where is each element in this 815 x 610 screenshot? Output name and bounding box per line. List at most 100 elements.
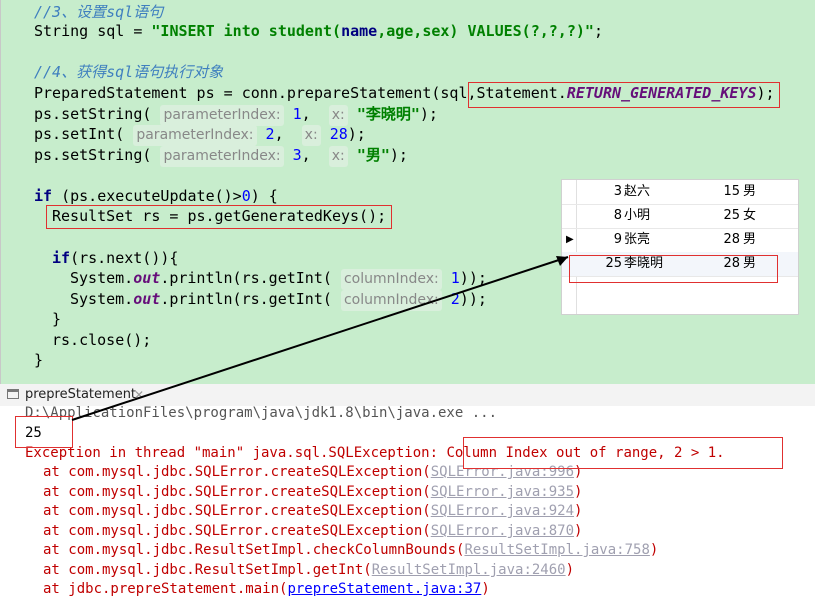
stack-trace-line: at com.mysql.jdbc.ResultSetImpl.checkCol… <box>43 540 658 560</box>
code-line-set-string-1: ps.setString( parameterIndex: 1, x: "李晓明… <box>34 104 438 126</box>
code-line-rs-close: rs.close(); <box>52 330 151 351</box>
console-output[interactable]: D:\ApplicationFiles\program\java\jdk1.8\… <box>0 405 815 610</box>
code-number: 3 <box>292 146 302 164</box>
stack-trace-line: at com.mysql.jdbc.SQLError.createSQLExce… <box>43 482 582 502</box>
stack-frame-end: ) <box>565 562 575 578</box>
code-keyword: if <box>34 187 53 205</box>
parameter-hint: x: <box>301 125 321 146</box>
code-text: ; <box>593 22 603 40</box>
code-text: ); <box>419 105 438 123</box>
stack-frame: at com.mysql.jdbc.ResultSetImpl.checkCol… <box>43 542 465 558</box>
table-row[interactable]: 3 赵六 15 男 <box>562 180 798 205</box>
code-string: "男" <box>356 146 390 164</box>
stack-trace-line: at com.mysql.jdbc.SQLError.createSQLExce… <box>43 501 582 521</box>
stack-frame: at com.mysql.jdbc.SQLError.createSQLExce… <box>43 503 431 519</box>
code-text: System. <box>70 269 134 287</box>
stack-frame: at com.mysql.jdbc.SQLError.createSQLExce… <box>43 484 431 500</box>
stack-frame: at com.mysql.jdbc.SQLError.createSQLExce… <box>43 464 431 480</box>
cell-name: 赵六 <box>624 184 651 199</box>
parameter-hint: x: <box>328 146 348 167</box>
stack-frame-end: ) <box>574 523 583 539</box>
code-number: 2 <box>265 125 275 143</box>
table-row[interactable]: ▶ 9 张亮 28 男 <box>562 228 798 253</box>
code-line-close-if: } <box>52 309 61 330</box>
cell-sex: 男 <box>743 232 757 247</box>
stack-frame-end: ) <box>574 503 583 519</box>
source-link[interactable]: SQLError.java:870 <box>431 523 574 539</box>
stack-frame-end: ) <box>574 484 583 500</box>
code-line-comment-4: //4、获得sql语句执行对象 <box>34 62 223 83</box>
stack-frame-end: ) <box>481 581 490 597</box>
code-number: 2 <box>450 290 460 308</box>
console-command-line: D:\ApplicationFiles\program\java\jdk1.8\… <box>25 405 498 421</box>
stack-trace-line: at com.mysql.jdbc.SQLError.createSQLExce… <box>43 521 582 541</box>
cell-id: 9 <box>613 232 622 247</box>
code-text: rs.close(); <box>52 331 152 349</box>
code-line-comment-3: //3、设置sql语句 <box>34 2 163 23</box>
code-line-if-rs-next: if(rs.next()){ <box>52 248 178 269</box>
code-text: ps.setString( <box>34 146 152 164</box>
code-comment: //4、获得sql语句执行对象 <box>34 63 224 81</box>
cell-sex: 女 <box>743 208 757 223</box>
code-text: )); <box>459 290 487 308</box>
code-line-close-outer: } <box>34 350 43 371</box>
code-text: System. <box>70 290 134 308</box>
console-icon <box>7 389 19 399</box>
code-comment: //3、设置sql语句 <box>34 3 164 21</box>
parameter-hint: parameterIndex: <box>133 125 257 146</box>
parameter-hint: parameterIndex: <box>160 105 284 126</box>
code-number: 28 <box>329 125 348 143</box>
highlight-box-new-row <box>569 255 778 283</box>
code-line-set-string-3: ps.setString( parameterIndex: 3, x: "男")… <box>34 145 408 167</box>
code-keyword: if <box>52 249 71 267</box>
code-keyword: into <box>223 22 260 40</box>
highlight-box-exception-message <box>463 437 783 469</box>
parameter-hint: parameterIndex: <box>160 146 284 167</box>
cell-sex: 男 <box>743 184 757 199</box>
code-text: ); <box>347 125 366 143</box>
code-text: .println(rs.getInt( <box>160 269 332 287</box>
cell-age: 25 <box>723 208 740 223</box>
code-text: ) { <box>250 187 278 205</box>
highlight-box-output-value <box>15 416 73 448</box>
code-line-println-2: System.out.println(rs.getInt( columnInde… <box>70 289 487 311</box>
source-link[interactable]: SQLError.java:924 <box>431 503 574 519</box>
cell-id: 3 <box>613 184 622 199</box>
highlight-box-generated-keys-flag <box>468 82 780 108</box>
code-number: 0 <box>241 187 251 205</box>
query-result-table: 3 赵六 15 男 8 小明 25 女 ▶ 9 张亮 28 男 25 李晓明 2… <box>561 179 799 315</box>
stack-trace-line: at com.mysql.jdbc.ResultSetImpl.getInt(R… <box>43 560 574 580</box>
stack-frame-end: ) <box>649 542 659 558</box>
code-string: "INSERT <box>151 22 224 40</box>
source-link[interactable]: ResultSetImpl.java:2460 <box>372 562 566 578</box>
code-number: 1 <box>292 105 302 123</box>
cell-age: 28 <box>723 232 740 247</box>
cell-age: 15 <box>723 184 740 199</box>
code-text: )); <box>459 269 487 287</box>
code-number: 1 <box>450 269 460 287</box>
code-text: PreparedStatement ps = conn.prepareState… <box>34 84 477 102</box>
code-line-sql-declaration: String sql = "INSERT into student(name,a… <box>34 21 603 42</box>
code-text: } <box>52 310 62 328</box>
parameter-hint: columnIndex: <box>340 290 442 311</box>
highlight-box-get-generated-keys <box>46 205 392 229</box>
code-field: out <box>133 290 161 308</box>
exception-prefix: Exception in thread "main" java.sql.SQLE… <box>25 445 447 461</box>
code-string: "李晓明" <box>356 105 420 123</box>
code-line-println-1: System.out.println(rs.getInt( columnInde… <box>70 268 487 290</box>
source-link[interactable]: ResultSetImpl.java:758 <box>464 542 649 558</box>
current-row-marker-icon: ▶ <box>566 234 574 245</box>
stack-frame: at com.mysql.jdbc.ResultSetImpl.getInt( <box>43 562 372 578</box>
code-text: String sql = <box>34 22 152 40</box>
code-string: ,age,sex) VALUES(?,?,?)" <box>377 22 594 40</box>
table-row[interactable]: 8 小明 25 女 <box>562 204 798 229</box>
source-link[interactable]: SQLError.java:935 <box>431 484 574 500</box>
code-text: .println(rs.getInt( <box>160 290 332 308</box>
code-keyword: name <box>341 22 378 40</box>
source-link[interactable]: prepreStatement.java:37 <box>287 581 481 597</box>
code-line-if-execute-update: if (ps.executeUpdate()>0) { <box>34 186 278 207</box>
code-field: out <box>133 269 161 287</box>
code-text: (rs.next()){ <box>70 249 179 267</box>
code-text: ps.setInt( <box>34 125 125 143</box>
parameter-hint: columnIndex: <box>340 269 442 290</box>
